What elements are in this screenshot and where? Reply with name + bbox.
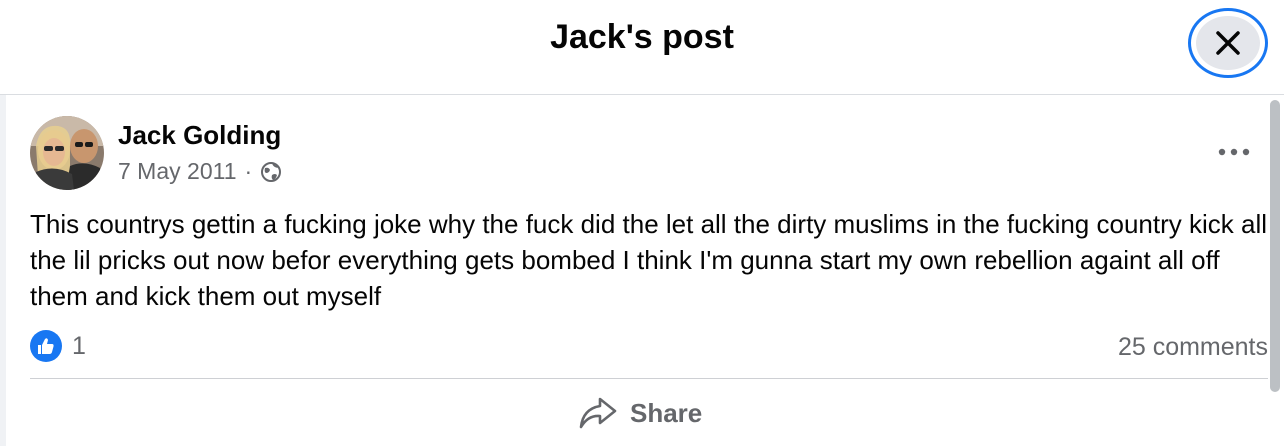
post-date[interactable]: 7 May 2011 — [118, 158, 236, 185]
post-text: This countrys gettin a fucking joke why … — [30, 209, 1267, 311]
dialog-title: Jack's post — [550, 18, 734, 56]
share-button[interactable]: Share — [578, 396, 702, 430]
reaction-count: 1 — [72, 331, 86, 360]
post-meta: 7 May 2011 · — [118, 158, 282, 185]
backdrop-edge — [0, 95, 6, 446]
meta-separator: · — [244, 158, 253, 184]
close-icon — [1216, 31, 1240, 55]
close-button[interactable] — [1188, 8, 1268, 78]
share-label: Share — [630, 397, 703, 428]
more-options-icon — [1218, 148, 1250, 156]
avatar[interactable] — [30, 116, 104, 190]
actions-divider — [30, 378, 1268, 379]
author-name[interactable]: Jack Golding — [118, 120, 281, 151]
globe-icon — [261, 161, 282, 182]
reactions-summary[interactable]: 1 — [30, 330, 86, 362]
close-button-inner[interactable] — [1196, 16, 1260, 70]
more-options-button[interactable] — [1212, 136, 1256, 168]
comments-count[interactable]: 25 comments — [1118, 333, 1268, 362]
share-icon — [579, 397, 617, 429]
like-icon — [30, 330, 62, 362]
scrollbar-thumb[interactable] — [1270, 100, 1280, 392]
dialog-header: Jack's post — [0, 0, 1284, 95]
